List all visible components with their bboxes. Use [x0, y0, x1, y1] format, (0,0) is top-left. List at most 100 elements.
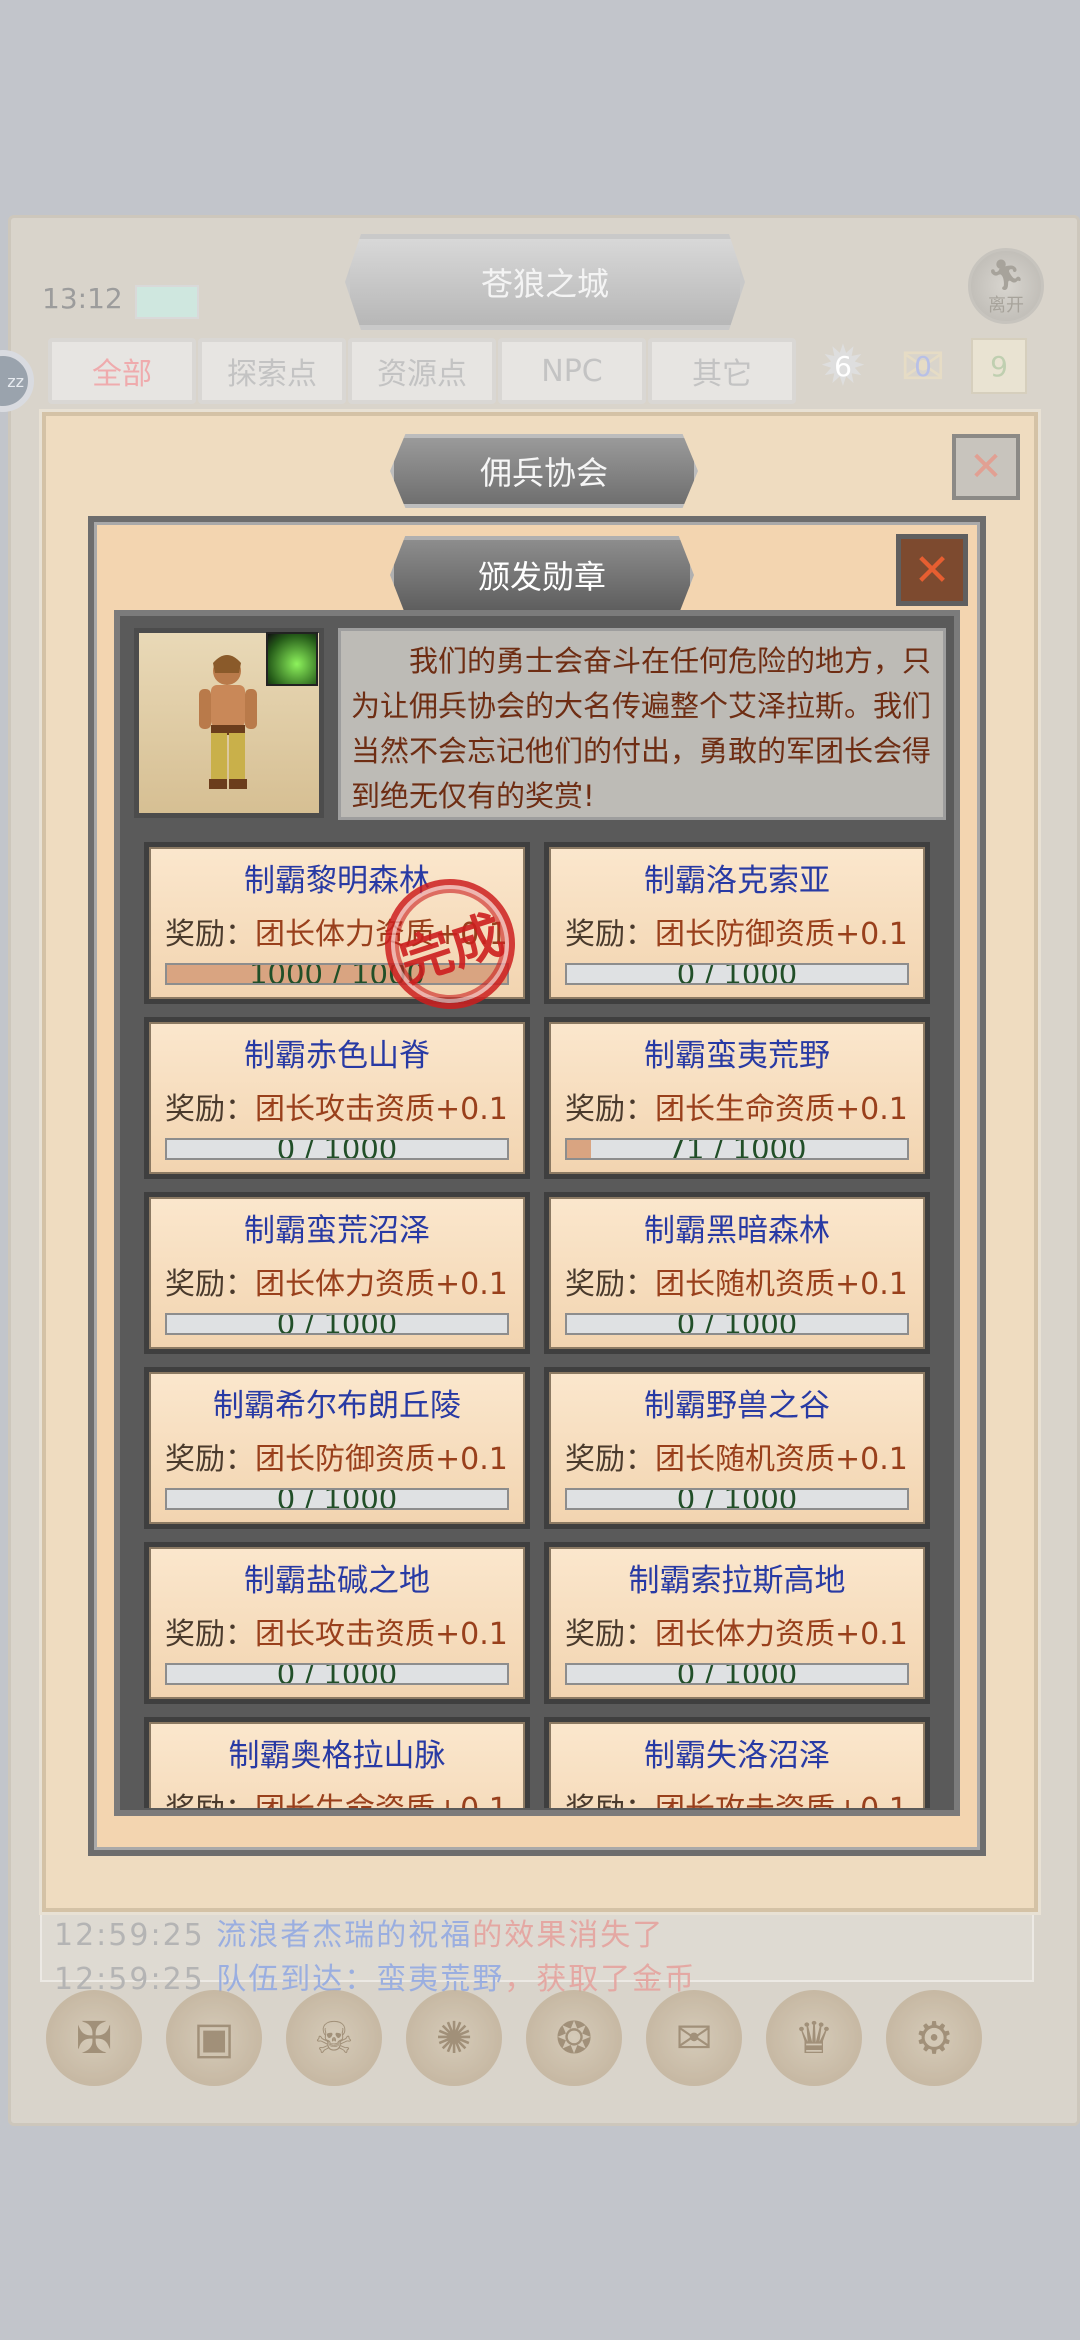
reward-label: 奖励： — [565, 1267, 655, 1302]
medal-card[interactable]: 制霸索拉斯高地 奖励：团长体力资质+0.1 0 / 1000 — [544, 1542, 930, 1704]
medal-progress-bar: 71 / 1000 — [565, 1138, 909, 1160]
progress-text: 0 / 1000 — [676, 1663, 798, 1685]
medal-reward: 奖励：团长攻击资质+0.1 — [165, 1609, 508, 1653]
reward-label: 奖励： — [565, 1617, 655, 1652]
medal-card[interactable]: 制霸洛克索亚奖励：团长防御资质+0.1 0 / 1000 — [544, 842, 930, 1004]
medal-reward: 奖励：团长体力资质+0.1 — [165, 1259, 508, 1303]
progress-text: 0 / 1000 — [676, 963, 798, 985]
medal-title: 制霸盐碱之地 — [244, 1563, 430, 1599]
log-message: ，获取了金币 — [504, 1962, 697, 1997]
medal-progress-bar: 0 / 1000 — [565, 1313, 909, 1335]
reward-label: 奖励： — [165, 1442, 255, 1477]
close-outer-dialog-button[interactable]: ✕ — [952, 434, 1020, 500]
medal-progress-bar: 0 / 1000 — [565, 1488, 909, 1510]
reward-value: 团长随机资质+0.1 — [655, 1442, 908, 1477]
reward-label: 奖励： — [565, 1092, 655, 1127]
medal-title: 制霸野兽之谷 — [644, 1388, 830, 1424]
log-line: 12:59:25 队伍到达：蛮夷荒野，获取了金币 — [54, 1954, 696, 1998]
tab-explore-points[interactable]: 探索点 — [198, 338, 346, 404]
settings-gears-icon[interactable]: ⚙ — [886, 1990, 982, 2086]
medal-card[interactable]: 制霸蛮夷荒野 奖励：团长生命资质+0.1 71 / 1000 — [544, 1017, 930, 1179]
reward-value: 团长防御资质+0.1 — [655, 917, 908, 952]
clock: 13:12 — [42, 282, 123, 315]
reward-label: 奖励： — [165, 1617, 255, 1652]
log-name: 流浪者杰瑞的祝福 — [216, 1918, 473, 1953]
reward-label: 奖励： — [165, 1792, 255, 1808]
medal-progress-bar: 0 / 1000 — [165, 1488, 509, 1510]
close-medal-dialog-button[interactable]: ✕ — [896, 534, 968, 606]
medal-intro-text: 我们的勇士会奋斗在任何危险的地方，只为让佣兵协会的大名传遍整个艾泽拉斯。我们当然… — [338, 628, 946, 820]
close-icon: ✕ — [913, 544, 951, 596]
quest-count: 9 — [990, 349, 1008, 383]
medal-progress-bar: 0 / 1000 — [165, 1313, 509, 1335]
city-name-banner: 苍狼之城 — [345, 234, 745, 330]
exit-button[interactable]: 🏃︎ 离开 — [968, 248, 1044, 324]
medal-title: 制霸蛮荒沼泽 — [244, 1213, 430, 1249]
tab-all[interactable]: 全部 — [48, 338, 196, 404]
log-message: 的效果消失了 — [472, 1918, 665, 1953]
progress-text: 0 / 1000 — [276, 1488, 398, 1510]
medal-title: 制霸赤色山脊 — [244, 1038, 430, 1074]
medal-reward: 奖励：团长防御资质+0.1 — [165, 1434, 508, 1478]
reward-value: 团长攻击资质+0.1 — [655, 1792, 908, 1808]
reward-label: 奖励： — [565, 1792, 655, 1808]
reward-label: 奖励： — [565, 917, 655, 952]
progress-text: 0 / 1000 — [676, 1488, 798, 1510]
medal-title: 制霸失洛沼泽 — [644, 1738, 830, 1774]
mail-counter[interactable]: ✉ 0 — [888, 335, 958, 398]
medal-title: 制霸奥格拉山脉 — [228, 1738, 446, 1774]
treasure-chest-icon[interactable]: ▣ — [166, 1990, 262, 2086]
tab-npc[interactable]: NPC — [498, 338, 646, 404]
exit-label: 离开 — [988, 295, 1024, 316]
medal-reward: 奖励：团长攻击资质+0.1 — [565, 1784, 908, 1808]
medal-card[interactable]: 制霸希尔布朗丘陵 奖励：团长防御资质+0.1 0 / 1000 — [144, 1367, 530, 1529]
side-knob-label: zz — [7, 371, 24, 391]
reward-value: 团长体力资质+0.1 — [655, 1617, 908, 1652]
medal-title: 制霸洛克索亚 — [644, 863, 830, 899]
message-log: 12:59:25 流浪者杰瑞的祝福的效果消失了 12:59:25 队伍到达：蛮夷… — [40, 1906, 1034, 1997]
quest-counter[interactable]: 9 — [968, 335, 1030, 397]
progress-text: 0 / 1000 — [276, 1313, 398, 1335]
reward-label: 奖励： — [165, 1092, 255, 1127]
mail-count: 0 — [914, 349, 932, 383]
monster-head-icon[interactable]: ☠ — [286, 1990, 382, 2086]
city-name: 苍狼之城 — [480, 265, 609, 303]
reward-label: 奖励： — [565, 1442, 655, 1477]
medal-card[interactable]: 制霸蛮荒沼泽奖励：团长体力资质+0.1 0 / 1000 — [144, 1192, 530, 1354]
tree-medallion-icon[interactable]: ❂ — [526, 1990, 622, 2086]
reward-value: 团长随机资质+0.1 — [655, 1267, 908, 1302]
progress-text: 71 / 1000 — [667, 1138, 807, 1160]
intro-paragraph: 我们的勇士会奋斗在任何危险的地方，只为让佣兵协会的大名传遍整个艾泽拉斯。我们当然… — [351, 644, 932, 813]
energy-counter[interactable]: ✹ 6 — [808, 334, 878, 399]
trophy-icon[interactable]: ♛ — [766, 1990, 862, 2086]
scroll-wings-icon[interactable]: ✉ — [646, 1990, 742, 2086]
medal-title: 制霸黑暗森林 — [644, 1213, 830, 1249]
dialog-title-text: 颁发勋章 — [477, 558, 606, 596]
medal-progress-bar: 0 / 1000 — [565, 1663, 909, 1685]
progress-text: 0 / 1000 — [276, 1663, 398, 1685]
medal-progress-bar: 0 / 1000 — [565, 963, 909, 985]
medal-card[interactable]: 制霸盐碱之地奖励：团长攻击资质+0.1 0 / 1000 — [144, 1542, 530, 1704]
medal-list[interactable]: 制霸黎明森林 奖励：团长体力资质+0.1 1000 / 1000 完成 制霸洛克索亚 奖励… — [134, 836, 942, 1808]
reward-value: 团长生命资质+0.1 — [255, 1792, 508, 1808]
medal-card[interactable]: 制霸野兽之谷奖励：团长随机资质+0.1 0 / 1000 — [544, 1367, 930, 1529]
scorpion-emblem-icon[interactable]: ✺ — [406, 1990, 502, 2086]
close-icon: ✕ — [969, 444, 1003, 490]
tab-resource-points[interactable]: 资源点 — [348, 338, 496, 404]
guild-emblem-icon[interactable]: ✠ — [46, 1990, 142, 2086]
medal-card[interactable]: 制霸赤色山脊 奖励：团长攻击资质+0.1 0 / 1000 — [144, 1017, 530, 1179]
reward-label: 奖励： — [165, 1267, 255, 1302]
medal-reward: 奖励：团长生命资质+0.1 — [165, 1784, 508, 1808]
skill-icon — [266, 632, 318, 686]
reward-value: 团长生命资质+0.1 — [655, 1092, 908, 1127]
medal-card[interactable]: 制霸黎明森林 奖励：团长体力资质+0.1 1000 / 1000 完成 — [144, 842, 532, 1026]
award-medal-title: 颁发勋章 — [390, 536, 694, 614]
reward-value: 团长防御资质+0.1 — [255, 1442, 508, 1477]
medal-card[interactable]: 制霸失洛沼泽奖励：团长攻击资质+0.1 — [544, 1717, 930, 1808]
medal-card[interactable]: 制霸黑暗森林奖励：团长随机资质+0.1 0 / 1000 — [544, 1192, 930, 1354]
reward-label: 奖励： — [165, 917, 255, 952]
medal-reward: 奖励：团长随机资质+0.1 — [565, 1434, 908, 1478]
medal-reward: 奖励：团长防御资质+0.1 — [565, 909, 908, 953]
medal-card[interactable]: 制霸奥格拉山脉奖励：团长生命资质+0.1 — [144, 1717, 530, 1808]
tab-other[interactable]: 其它 — [648, 338, 796, 404]
